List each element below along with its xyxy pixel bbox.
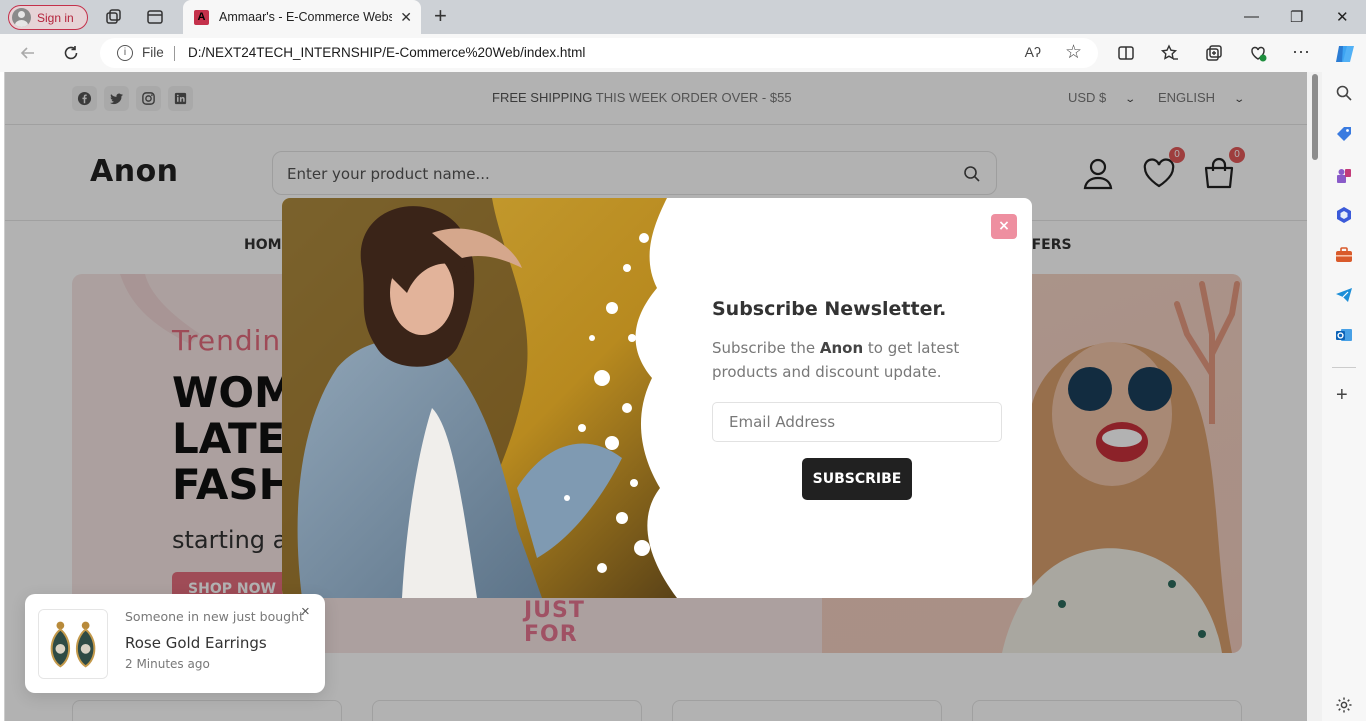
workspaces-icon[interactable] — [104, 8, 122, 26]
earrings-product-image — [38, 609, 108, 679]
toast-timestamp: 2 Minutes ago — [125, 657, 210, 671]
sidebar-search-icon[interactable] — [1335, 84, 1353, 102]
newsletter-model-image — [282, 198, 677, 598]
read-aloud-icon[interactable]: Aʔ — [1025, 44, 1041, 60]
favorite-star-icon[interactable]: ☆ — [1065, 41, 1082, 63]
omnibox-divider — [174, 46, 175, 61]
newsletter-modal: × Subscribe Newsletter. Subscribe the An… — [282, 198, 1032, 598]
tab-title: Ammaar's - E-Commerce Website — [219, 10, 392, 24]
subscribe-button[interactable]: Subscribe — [802, 458, 912, 500]
split-screen-icon[interactable] — [1116, 43, 1136, 63]
newsletter-title: Subscribe Newsletter. — [712, 298, 947, 320]
site-info-icon[interactable]: i — [117, 45, 133, 61]
toast-close-icon[interactable]: × — [301, 603, 310, 620]
sidebar-tools-icon[interactable] — [1335, 246, 1353, 264]
sidebar-m365-icon[interactable] — [1335, 206, 1353, 224]
site-favicon-icon — [194, 9, 209, 25]
scrollbar-thumb[interactable] — [1312, 74, 1318, 160]
webpage-viewport: Free Shipping This Week Order Over - $55… — [4, 72, 1307, 721]
browser-essentials-icon[interactable] — [1248, 43, 1268, 63]
sidebar-telegram-icon[interactable] — [1335, 286, 1353, 304]
edge-sidebar: + — [1322, 72, 1366, 721]
browser-toolbar: i File D:/NEXT24TECH_INTERNSHIP/E-Commer… — [0, 34, 1366, 72]
toast-subtitle: Someone in new just bought — [125, 609, 304, 624]
toast-product-name[interactable]: Rose Gold Earrings — [125, 634, 267, 652]
page-scrollbar[interactable] — [1307, 72, 1322, 721]
back-icon[interactable] — [19, 44, 37, 62]
signin-label: Sign in — [37, 10, 74, 25]
newsletter-description: Subscribe the Anon to get latest product… — [712, 336, 972, 384]
restore-icon[interactable]: ❐ — [1290, 8, 1303, 26]
sidebar-settings-gear-icon[interactable] — [1335, 696, 1353, 714]
modal-close-button[interactable]: × — [991, 214, 1017, 239]
profile-avatar-icon — [12, 8, 31, 27]
new-tab-icon[interactable]: + — [434, 5, 447, 27]
window-close-icon[interactable]: ✕ — [1336, 8, 1349, 26]
profile-signin-button[interactable]: Sign in — [8, 5, 88, 30]
email-field[interactable] — [712, 402, 1002, 442]
collections-icon[interactable] — [1204, 43, 1224, 63]
sidebar-shopping-tag-icon[interactable] — [1335, 125, 1353, 143]
sidebar-games-icon[interactable] — [1335, 166, 1353, 184]
newsletter-desc-brand: Anon — [819, 339, 864, 357]
purchase-notification-toast: Someone in new just bought Rose Gold Ear… — [25, 594, 325, 693]
favorites-icon[interactable] — [1160, 43, 1180, 63]
sidebar-outlook-icon[interactable] — [1335, 326, 1353, 344]
copilot-icon[interactable] — [1333, 42, 1357, 66]
minimize-icon[interactable]: — — [1244, 8, 1259, 25]
tab-close-icon[interactable]: ✕ — [400, 9, 412, 26]
newsletter-desc-prefix: Subscribe the — [712, 339, 820, 357]
scheme-label: File — [142, 45, 164, 60]
refresh-icon[interactable] — [62, 44, 80, 62]
browser-tab-strip: Sign in Ammaar's - E-Commerce Website ✕ … — [0, 0, 1366, 34]
sidebar-divider — [1332, 367, 1356, 368]
address-bar[interactable]: i File D:/NEXT24TECH_INTERNSHIP/E-Commer… — [100, 38, 1098, 68]
tab-active[interactable]: Ammaar's - E-Commerce Website ✕ — [183, 0, 421, 34]
more-options-icon[interactable]: ··· — [1292, 42, 1312, 63]
tab-actions-icon[interactable] — [146, 8, 164, 26]
url-text[interactable]: D:/NEXT24TECH_INTERNSHIP/E-Commerce%20We… — [188, 45, 585, 60]
sidebar-add-icon[interactable]: + — [1336, 384, 1348, 407]
